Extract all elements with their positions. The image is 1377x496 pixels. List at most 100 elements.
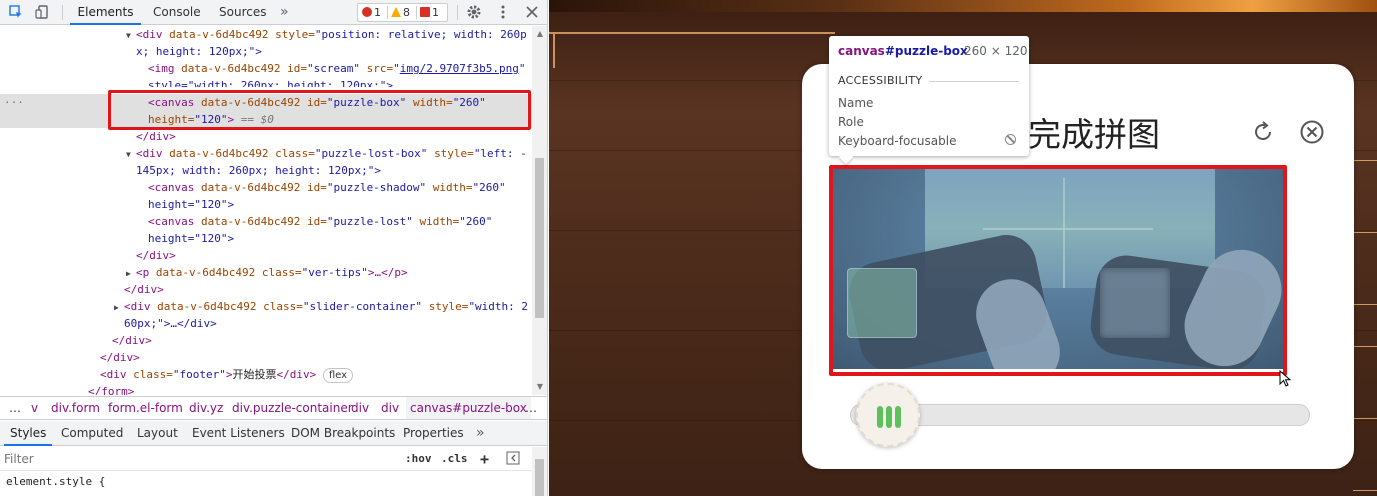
dom-node-footer[interactable]: <div class="footer">开始投票</div> flex (100, 366, 354, 383)
dom-line-wrap: height="120"> (148, 232, 235, 245)
breadcrumb-item[interactable]: div (351, 397, 369, 419)
decorative-line (1353, 418, 1377, 419)
cls-toggle[interactable]: .cls (441, 451, 468, 467)
more-panes-icon[interactable]: » (476, 421, 485, 446)
element-style-rule[interactable]: element.style { (6, 475, 105, 488)
dom-line-wrap: 145px; width: 260px; height: 120px;"> (136, 164, 382, 177)
tag: <div (124, 300, 151, 313)
close-icon[interactable] (1299, 119, 1325, 145)
error-icon (362, 7, 372, 17)
breadcrumb-overflow[interactable]: … (9, 397, 21, 419)
inspect-element-icon[interactable] (8, 4, 24, 20)
expand-triangle-icon[interactable]: ▼ (126, 27, 136, 44)
annotation-red-box (108, 90, 531, 130)
tab-event-listeners[interactable]: Event Listeners (192, 421, 285, 446)
warning-count-badge[interactable]: 8 (391, 4, 410, 21)
breadcrumb-item[interactable]: div.puzzle-container (232, 397, 353, 419)
tooltip-dimensions: 260 × 120 (964, 44, 1028, 58)
tab-layout[interactable]: Layout (137, 421, 178, 446)
tab-properties[interactable]: Properties (403, 421, 464, 446)
flex-badge[interactable]: flex (322, 368, 354, 383)
dom-node-canvas-puzzle-shadow[interactable]: <canvas data-v-6d4bc492 id="puzzle-shado… (148, 179, 506, 196)
gold-frame-line (585, 32, 835, 34)
scrollbar-thumb[interactable] (535, 459, 544, 496)
attr-name: id= (306, 181, 327, 194)
styles-filter-bar: :hov .cls + (0, 447, 532, 471)
breadcrumb-item[interactable]: div.form (51, 397, 100, 419)
tooltip-selector: canvas#puzzle-box (838, 44, 968, 58)
settings-gear-icon[interactable] (466, 4, 482, 20)
error-count-badge[interactable]: 1 (362, 4, 381, 21)
dom-node-slider-container[interactable]: ▶ <div data-v-6d4bc492 class="slider-cont… (114, 298, 528, 315)
annotation-red-box (829, 165, 1287, 376)
breadcrumb-item[interactable]: form.el-form (108, 397, 183, 419)
attr-value: "slider-container" (302, 300, 423, 313)
dom-node-img-scream[interactable]: <img data-v-6d4bc492 id="scream" src="im… (148, 60, 526, 77)
attr-name: style= (428, 300, 469, 313)
mouse-cursor-icon (1279, 369, 1293, 388)
issues-count-badge[interactable]: 1 (420, 4, 439, 21)
breadcrumb-overflow[interactable]: … (525, 397, 537, 419)
attr-name: data-v-6d4bc492 (181, 62, 281, 75)
close-devtools-icon[interactable] (524, 4, 540, 20)
tag: <p (136, 266, 150, 279)
slider-handle[interactable] (856, 383, 920, 447)
collapsed-triangle-icon[interactable]: ▶ (126, 265, 136, 282)
tab-sources[interactable]: Sources (219, 0, 266, 25)
scroll-down-icon[interactable]: ▼ (535, 382, 545, 391)
scrollbar-thumb[interactable] (535, 158, 544, 318)
node-actions-icon[interactable]: ··· (4, 94, 24, 111)
styles-scrollbar[interactable] (532, 447, 547, 496)
tooltip-row-role: Role (838, 115, 864, 129)
attr-name: data-v-6d4bc492 (169, 147, 269, 160)
refresh-icon[interactable] (1250, 119, 1276, 145)
dom-tree[interactable]: ··· ▼ <div data-v-6d4bc492 style="positio… (0, 26, 532, 395)
tag: <canvas (148, 181, 195, 194)
tooltip-id: #puzzle-box (884, 44, 968, 58)
dom-node-puzzle-lost-box[interactable]: ▼ <div data-v-6d4bc492 class="puzzle-lost… (126, 145, 527, 162)
badge-divider (416, 6, 417, 19)
dom-scrollbar[interactable]: ▲ ▼ (532, 26, 547, 395)
breadcrumb-item[interactable]: v (31, 397, 38, 419)
issue-badges[interactable]: 1 8 1 (357, 3, 448, 22)
tab-console[interactable]: Console (153, 0, 201, 25)
hov-toggle[interactable]: :hov (405, 451, 432, 467)
dom-close-div: </div> (112, 334, 152, 347)
new-style-rule-icon[interactable]: + (480, 451, 489, 467)
attr-name: style= (434, 147, 474, 160)
tab-elements[interactable]: Elements (70, 0, 141, 25)
decorative-line (1353, 232, 1377, 233)
breadcrumb-item[interactable]: div (381, 397, 399, 419)
breadcrumb: … v div.form form.el-form div.yz div.puz… (0, 396, 547, 420)
tab-dom-breakpoints[interactable]: DOM Breakpoints (291, 421, 395, 446)
dom-node-ver-tips[interactable]: ▶ <p data-v-6d4bc492 class="ver-tips">…</… (126, 264, 408, 281)
attr-name: width= (432, 181, 473, 194)
tooltip-divider (929, 81, 1019, 82)
attr-name: data-v-6d4bc492 (155, 266, 256, 279)
toggle-sidebar-icon[interactable] (506, 451, 520, 467)
styles-filter-input[interactable] (4, 450, 394, 468)
grip-icon (877, 406, 883, 428)
img-src-link[interactable]: img/2.9707f3b5.png (400, 62, 519, 75)
attr-name: src= (366, 62, 394, 75)
collapsed-triangle-icon[interactable]: ▶ (114, 299, 124, 316)
kebab-menu-icon[interactable] (495, 4, 511, 20)
scroll-up-icon[interactable]: ▲ (535, 29, 545, 38)
breadcrumb-item[interactable]: div.yz (189, 397, 223, 419)
dom-node-puzzle-container[interactable]: ▼ <div data-v-6d4bc492 style="position: r… (126, 26, 527, 43)
more-tabs-icon[interactable]: » (280, 0, 289, 25)
dom-close-div: </div> (136, 130, 176, 143)
dom-node-canvas-puzzle-lost[interactable]: <canvas data-v-6d4bc492 id="puzzle-lost"… (148, 213, 492, 230)
dom-line-wrap: x; height: 120px;"> (136, 45, 262, 58)
tag: <img (148, 62, 175, 75)
expand-triangle-icon[interactable]: ▼ (126, 146, 136, 163)
tab-styles[interactable]: Styles (4, 421, 53, 446)
warning-count: 8 (403, 6, 410, 19)
breadcrumb-item-current[interactable]: canvas#puzzle-box (406, 397, 531, 419)
device-toolbar-icon[interactable] (35, 4, 51, 20)
attr-name: id= (306, 215, 327, 228)
tooltip-tag: canvas (838, 44, 885, 58)
tag: >…</p> (367, 266, 408, 279)
tab-computed[interactable]: Computed (61, 421, 123, 446)
attr-name: data-v-6d4bc492 (200, 215, 301, 228)
